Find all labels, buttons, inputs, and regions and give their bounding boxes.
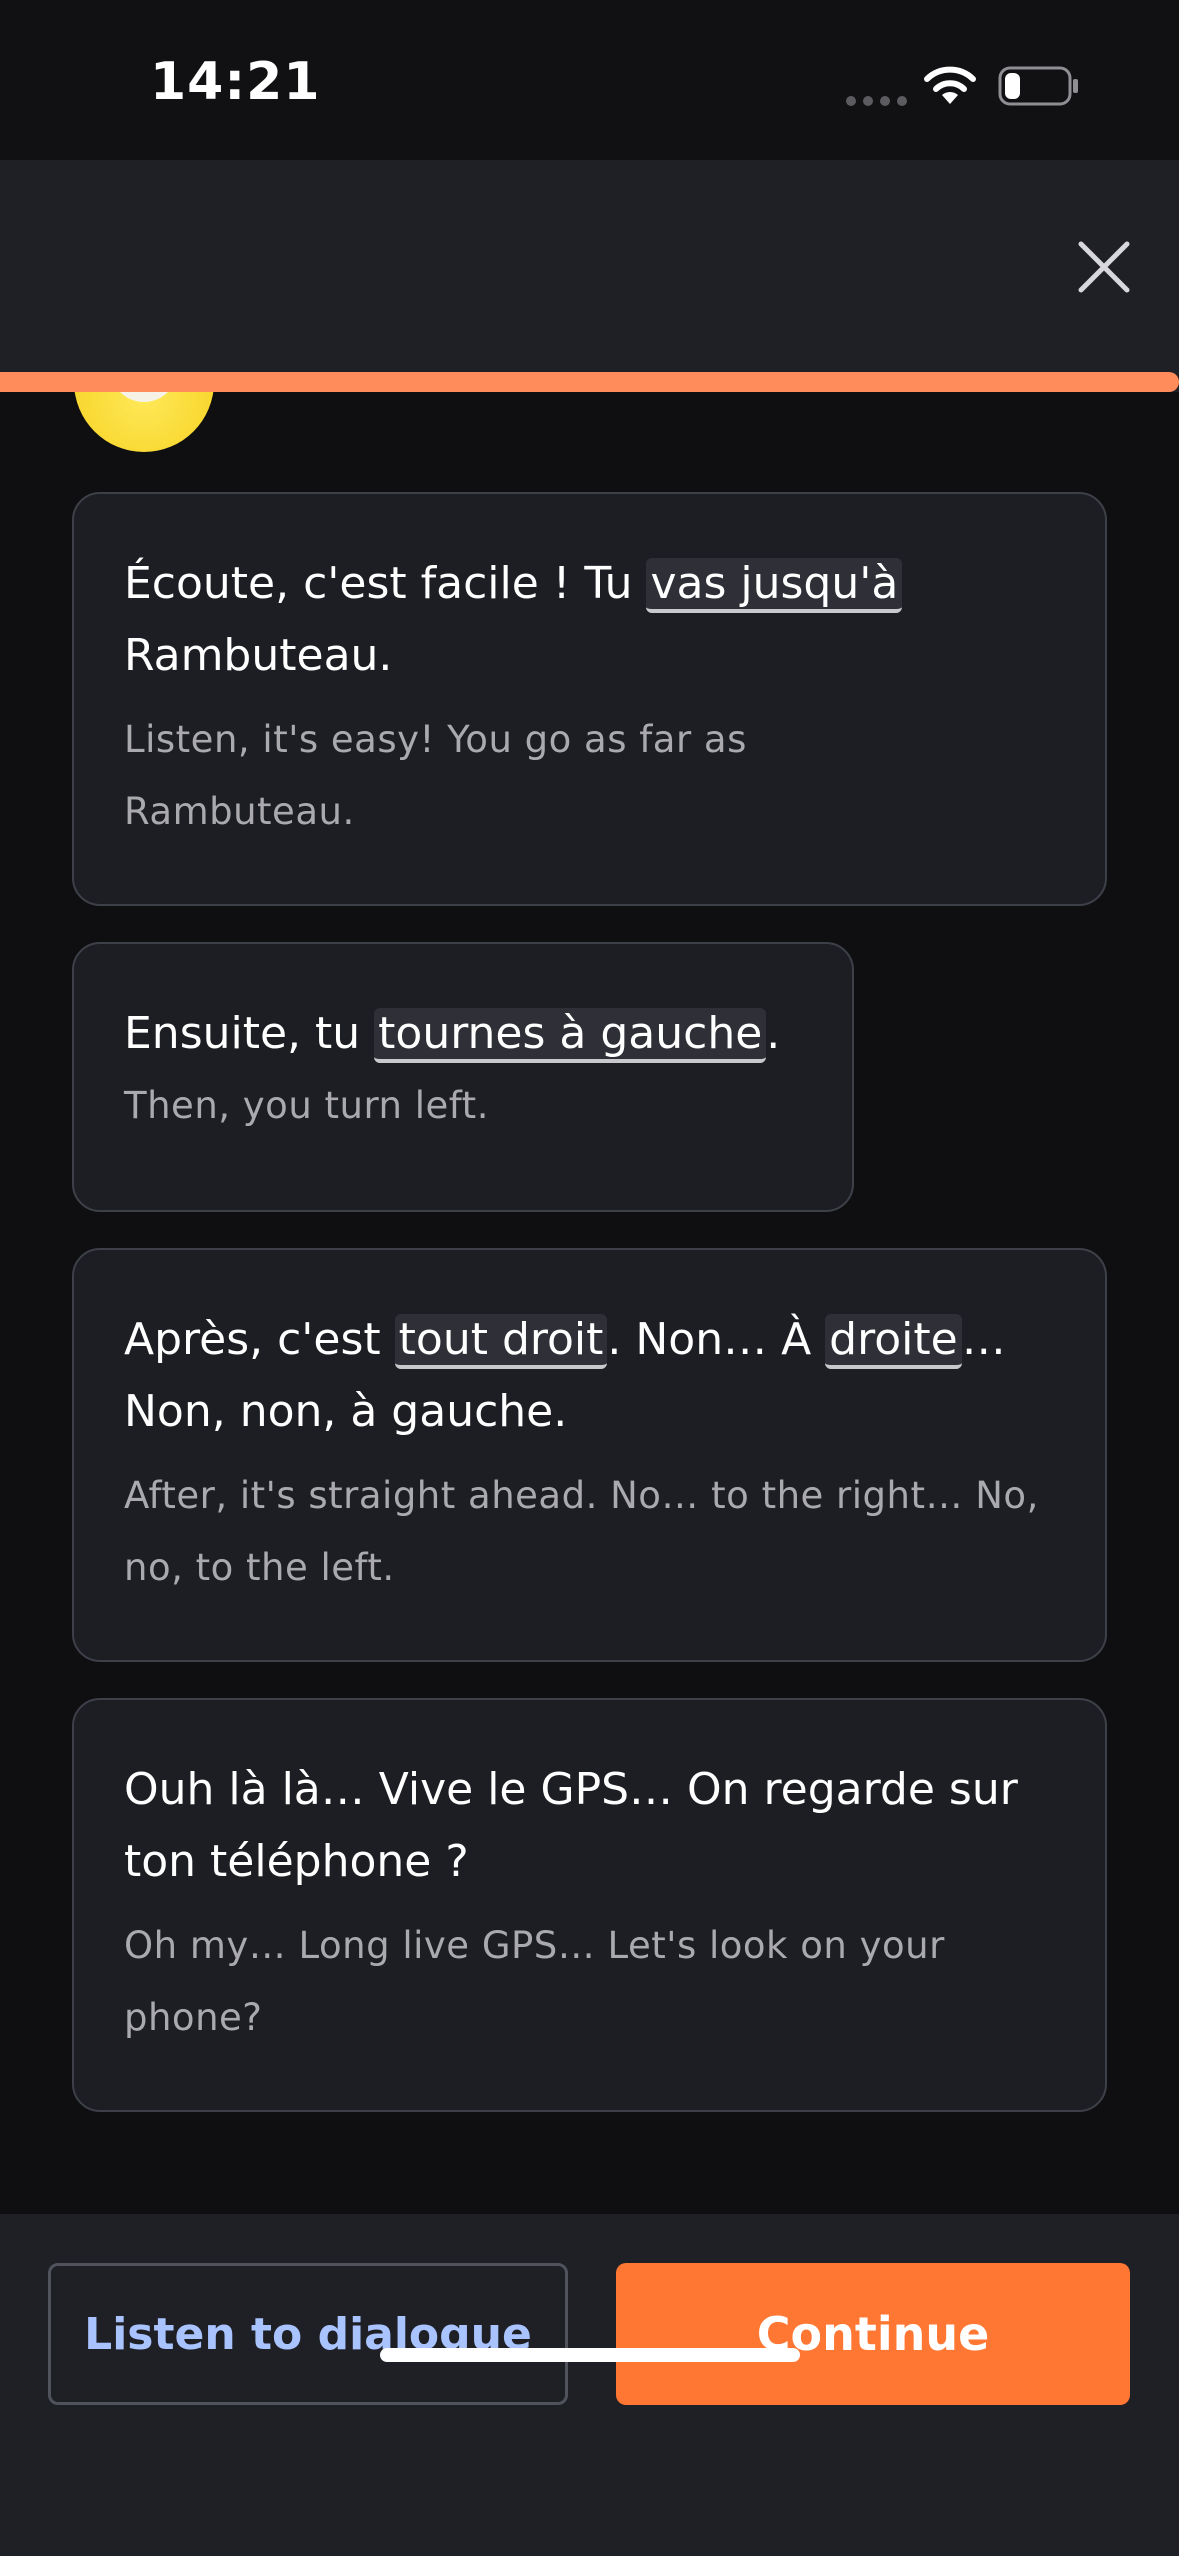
- vocab-highlight[interactable]: tout droit: [394, 1314, 608, 1369]
- vocab-highlight[interactable]: droite: [825, 1314, 962, 1369]
- vocab-highlight[interactable]: tournes à gauche: [374, 1008, 767, 1063]
- dialogue-bubble[interactable]: Ouh là là… Vive le GPS… On regarde sur t…: [72, 1698, 1107, 2112]
- continue-button[interactable]: Continue: [616, 2263, 1130, 2405]
- lesson-header: [0, 160, 1179, 372]
- progress-fill: [0, 372, 1179, 392]
- home-indicator: [380, 2348, 800, 2362]
- vocab-highlight[interactable]: vas jusqu'à: [646, 558, 903, 613]
- action-footer: Listen to dialogue Continue: [0, 2214, 1179, 2556]
- french-line: Écoute, c'est facile ! Tu vas jusqu'à Ram…: [124, 548, 1055, 692]
- status-bar: 14:21: [0, 0, 1179, 160]
- battery-level: [1005, 73, 1020, 99]
- cellular-signal-icon: [846, 96, 907, 106]
- dialogue-bubble[interactable]: Après, c'est tout droit. Non… À droite… …: [72, 1248, 1107, 1662]
- status-time: 14:21: [150, 52, 321, 112]
- french-line: Après, c'est tout droit. Non… À droite… …: [124, 1314, 1006, 1437]
- french-line: Ensuite, tu tournes à gauche.: [124, 998, 802, 1070]
- speaker-avatar: [74, 392, 214, 452]
- english-translation: After, it's straight ahead. No… to the r…: [124, 1474, 1039, 1589]
- english-translation: Listen, it's easy! You go as far as Ramb…: [124, 718, 747, 833]
- dialogue-bubble[interactable]: Écoute, c'est facile ! Tu vas jusqu'à Ram…: [72, 492, 1107, 906]
- progress-bar: [0, 372, 1179, 392]
- english-translation: Then, you turn left.: [124, 1084, 489, 1127]
- wifi-icon: [924, 66, 976, 104]
- french-line: Ouh là là… Vive le GPS… On regarde sur t…: [124, 1764, 1018, 1887]
- listen-to-dialogue-button[interactable]: Listen to dialogue: [48, 2263, 568, 2405]
- english-translation: Oh my… Long live GPS… Let's look on your…: [124, 1924, 945, 2039]
- dialogue-list: Écoute, c'est facile ! Tu vas jusqu'à Ram…: [0, 392, 1179, 2214]
- close-icon[interactable]: [1077, 240, 1131, 294]
- battery-icon: [998, 66, 1078, 106]
- dialogue-bubble[interactable]: Ensuite, tu tournes à gauche. Then, you …: [72, 942, 854, 1212]
